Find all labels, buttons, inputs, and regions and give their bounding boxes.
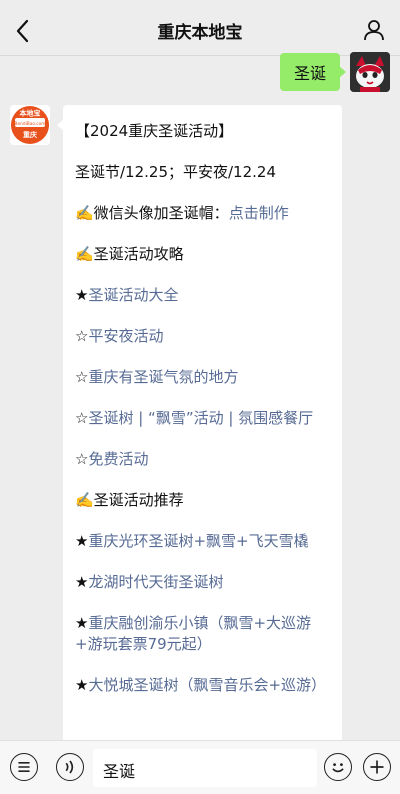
logo-city-text: 重庆	[23, 130, 37, 139]
message-text: ☆	[75, 409, 89, 427]
message-text: ★	[75, 286, 89, 304]
message-link[interactable]: 圣诞活动大全	[88, 286, 178, 304]
message-link[interactable]: 圣诞树 | “飘雪”活动 | 氛围感餐厅	[88, 409, 313, 427]
person-outline-icon[interactable]	[362, 18, 386, 42]
message-text: ✍️圣诞活动攻略	[75, 245, 184, 263]
message-text: ✍️微信头像加圣诞帽：	[75, 204, 229, 222]
message-line: ☆圣诞树 | “飘雪”活动 | 氛围感餐厅	[75, 408, 333, 429]
bendibao-logo-icon: 本地宝 BendiBao.com 重庆	[10, 105, 50, 145]
incoming-message-bubble: 【2024重庆圣诞活动】圣诞节/12.25；平安夜/12.24 ✍️微信头像加圣诞…	[57, 105, 342, 745]
message-input[interactable]: 圣诞	[93, 749, 317, 787]
message-line: ✍️圣诞活动推荐	[75, 490, 333, 511]
message-link[interactable]: 免费活动	[88, 450, 148, 468]
message-link[interactable]: 重庆融创渝乐小镇（飘雪+大巡游+游玩套票79元起）	[75, 614, 311, 653]
message-link[interactable]: 重庆光环圣诞树+飘雪+飞天雪橇	[88, 532, 308, 550]
message-line: 【2024重庆圣诞活动】	[75, 121, 333, 142]
message-line: ★圣诞活动大全	[75, 285, 333, 306]
message-line: ★龙湖时代天街圣诞树	[75, 572, 333, 593]
message-line: ✍️微信头像加圣诞帽：点击制作	[75, 203, 333, 224]
message-text: ☆	[75, 327, 89, 345]
message-text: 【2024重庆圣诞活动】	[75, 122, 234, 140]
message-link[interactable]: 龙湖时代天街圣诞树	[88, 573, 223, 591]
outgoing-message-bubble[interactable]: 圣诞	[279, 53, 347, 91]
outgoing-message-row: 圣诞	[279, 50, 390, 94]
my-avatar[interactable]	[350, 52, 390, 92]
message-link[interactable]: 点击制作	[229, 204, 289, 222]
message-text: ✍️圣诞活动推荐	[75, 491, 184, 509]
message-text: 圣诞节/12.25；平安夜/12.24	[75, 163, 276, 181]
chat-input-bar: 圣诞	[0, 740, 400, 794]
message-line: ★重庆光环圣诞树+飘雪+飞天雪橇	[75, 531, 333, 552]
message-text: ★	[75, 573, 89, 591]
message-text: ☆	[75, 368, 89, 386]
message-text: ★	[75, 614, 89, 632]
emoji-face-icon[interactable]	[324, 753, 352, 781]
message-line: ☆平安夜活动	[75, 326, 333, 347]
logo-url-text: BendiBao.com	[15, 121, 46, 127]
voice-wave-icon[interactable]	[56, 753, 84, 781]
message-text: ☆	[75, 450, 89, 468]
message-link[interactable]: 平安夜活动	[88, 327, 163, 345]
list-menu-icon[interactable]	[10, 753, 38, 781]
message-text: ★	[75, 676, 89, 694]
logo-brand-text: 本地宝	[19, 109, 41, 118]
incoming-message-content: 【2024重庆圣诞活动】圣诞节/12.25；平安夜/12.24 ✍️微信头像加圣诞…	[75, 121, 333, 716]
cartoon-cat-avatar-icon	[350, 52, 390, 92]
message-line: 圣诞节/12.25；平安夜/12.24	[75, 162, 333, 183]
message-line: ★大悦城圣诞树（飘雪音乐会+巡游）	[75, 675, 333, 696]
message-line: ☆重庆有圣诞气氛的地方	[75, 367, 333, 388]
chat-title: 重庆本地宝	[157, 23, 243, 43]
message-link[interactable]: 重庆有圣诞气氛的地方	[88, 368, 238, 386]
message-text: ★	[75, 532, 89, 550]
message-line: ✍️圣诞活动攻略	[75, 244, 333, 265]
plus-circle-icon[interactable]	[363, 753, 391, 781]
message-line: ☆免费活动	[75, 449, 333, 470]
bot-avatar[interactable]: 本地宝 BendiBao.com 重庆	[10, 105, 50, 145]
message-link[interactable]: 大悦城圣诞树（飘雪音乐会+巡游）	[88, 676, 326, 694]
message-line: ★重庆融创渝乐小镇（飘雪+大巡游+游玩套票79元起）	[75, 613, 333, 655]
outgoing-message-text: 圣诞	[293, 64, 326, 83]
